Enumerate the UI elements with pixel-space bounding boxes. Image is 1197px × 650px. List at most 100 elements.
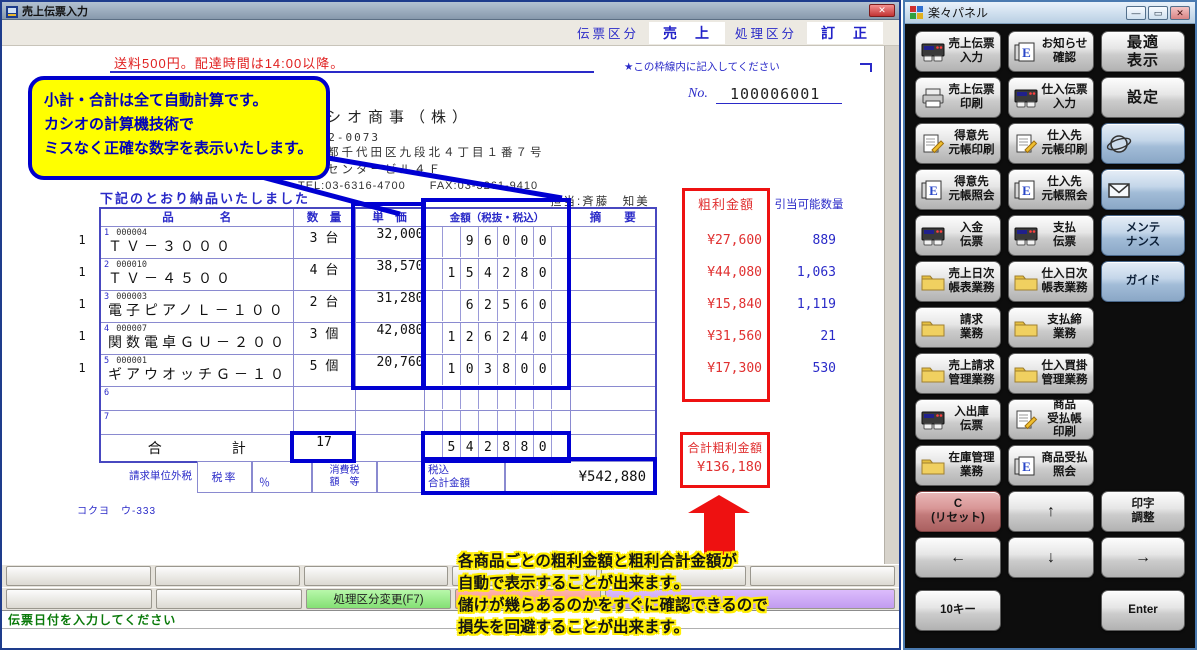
- cell-item-name[interactable]: 7: [100, 410, 293, 434]
- mail-button[interactable]: [1101, 169, 1185, 210]
- sales-slip-print-button[interactable]: 売上伝票 印刷: [915, 77, 1001, 118]
- cell-unit-price[interactable]: 38,570: [355, 258, 424, 290]
- c-reset-button[interactable]: C (リセット): [915, 491, 1001, 532]
- cell-item-name[interactable]: 4 000007関数電卓ＧＵ－２００: [100, 322, 293, 354]
- deposit-slip-button[interactable]: 入金 伝票: [915, 215, 1001, 256]
- maximize-icon[interactable]: ▭: [1148, 6, 1168, 20]
- item-ledger-print-button[interactable]: 商品 受払帳 印刷: [1008, 399, 1094, 440]
- fkey-button[interactable]: [155, 566, 300, 586]
- process-category-change-button[interactable]: 処理区分変更(F7): [306, 589, 452, 609]
- fkey-button[interactable]: [6, 589, 152, 609]
- guide-button[interactable]: ガイド: [1101, 261, 1185, 302]
- cell-quantity[interactable]: 3 台: [293, 226, 355, 258]
- supplier-ledger-print-button[interactable]: 仕入先 元帳印刷: [1008, 123, 1094, 164]
- cell-unit-price[interactable]: [355, 386, 424, 410]
- amount-digit-cell: 2: [497, 259, 515, 289]
- cell-amount[interactable]: 126240: [424, 322, 570, 354]
- slip-category-value[interactable]: 売 上: [649, 22, 725, 44]
- cell-remarks[interactable]: [570, 386, 656, 410]
- tax-unit-label: 請求単位外税: [97, 468, 192, 483]
- delivery-note: 下記のとおり納品いたしました: [100, 188, 310, 207]
- notice-check-button[interactable]: Eお知らせ 確認: [1008, 31, 1094, 72]
- optimal-display-button[interactable]: 最適 表示: [1101, 31, 1185, 72]
- fkey-button[interactable]: [304, 566, 449, 586]
- payment-slip-button[interactable]: 支払 伝票: [1008, 215, 1094, 256]
- cell-amount[interactable]: 62560: [424, 290, 570, 322]
- cell-amount[interactable]: 96000: [424, 226, 570, 258]
- cell-quantity[interactable]: 4 台: [293, 258, 355, 290]
- panel-cell: [1101, 353, 1185, 394]
- cell-quantity[interactable]: [293, 386, 355, 410]
- cell-amount[interactable]: 154280: [424, 258, 570, 290]
- cell-unit-price[interactable]: 20,760: [355, 354, 424, 386]
- close-icon[interactable]: ✕: [869, 4, 895, 17]
- cell-unit-price[interactable]: 42,080: [355, 322, 424, 354]
- settings-button[interactable]: 設定: [1101, 77, 1185, 118]
- payment-closing-button[interactable]: 支払締 業務: [1008, 307, 1094, 348]
- cell-remarks[interactable]: [570, 354, 656, 386]
- scrollbar[interactable]: [884, 46, 899, 564]
- cell-item-name[interactable]: 6: [100, 386, 293, 410]
- cell-unit-price[interactable]: [355, 410, 424, 434]
- cell-item-name[interactable]: 5 000001ギアウオッチＧ－１０: [100, 354, 293, 386]
- customer-ledger-inquiry-button[interactable]: E得意先 元帳照会: [915, 169, 1001, 210]
- cell-remarks[interactable]: [570, 322, 656, 354]
- cell-unit-price[interactable]: 32,000: [355, 226, 424, 258]
- cell-remarks[interactable]: [570, 410, 656, 434]
- enter-button[interactable]: Enter: [1101, 590, 1185, 631]
- inventory-mgmt-button[interactable]: 在庫管理 業務: [915, 445, 1001, 486]
- maintenance-button[interactable]: メンテ ナンス: [1101, 215, 1185, 256]
- customer-ledger-print-button[interactable]: 得意先 元帳印刷: [915, 123, 1001, 164]
- panel-cell: 仕入先 元帳印刷: [1008, 123, 1094, 164]
- tax-percent-cell: ％: [252, 461, 312, 493]
- item-ledger-inquiry-button[interactable]: E商品受払 照会: [1008, 445, 1094, 486]
- purchase-daily-report-button[interactable]: 仕入日次 帳表業務: [1008, 261, 1094, 302]
- invoice-no-value[interactable]: 100006001: [730, 85, 820, 103]
- sales-slip-input-button[interactable]: 売上伝票 入力: [915, 31, 1001, 72]
- process-category-label: 処理区分: [735, 23, 797, 42]
- register-icon: [1012, 225, 1039, 247]
- panel-row: 売上伝票 印刷仕入伝票 入力設定: [915, 77, 1185, 118]
- cell-quantity[interactable]: 3 個: [293, 322, 355, 354]
- cell-amount[interactable]: 103800: [424, 354, 570, 386]
- web-button[interactable]: [1101, 123, 1185, 164]
- cell-remarks[interactable]: [570, 290, 656, 322]
- sales-billing-mgmt-button[interactable]: 売上請求 管理業務: [915, 353, 1001, 394]
- process-category-value[interactable]: 訂 正: [807, 22, 883, 44]
- fkey-button[interactable]: [750, 566, 895, 586]
- right-button[interactable]: →: [1101, 537, 1185, 578]
- panel-cell: E商品受払 照会: [1008, 445, 1094, 486]
- cell-amount[interactable]: [424, 386, 570, 410]
- cell-quantity[interactable]: 2 台: [293, 290, 355, 322]
- cell-quantity[interactable]: 5 個: [293, 354, 355, 386]
- fkey-button[interactable]: [6, 566, 151, 586]
- left-button[interactable]: ←: [915, 537, 1001, 578]
- print-adjust-button[interactable]: 印字 調整: [1101, 491, 1185, 532]
- total-gross-profit-box: 合計粗利金額 ¥136,180: [680, 432, 770, 488]
- cell-remarks[interactable]: [570, 226, 656, 258]
- cell-amount[interactable]: [424, 410, 570, 434]
- cell-item-name[interactable]: 2 000010ＴＶ－４５００: [100, 258, 293, 290]
- cell-item-name[interactable]: 3 000003電子ピアノＬ－１００: [100, 290, 293, 322]
- amount-digit-cell: 3: [478, 355, 496, 385]
- cell-remarks[interactable]: [570, 258, 656, 290]
- invoice-no-label: No.: [688, 86, 708, 102]
- fkey-button[interactable]: [156, 589, 302, 609]
- sales-daily-report-button[interactable]: 売上日次 帳表業務: [915, 261, 1001, 302]
- supplier-ledger-inquiry-button[interactable]: E仕入先 元帳照会: [1008, 169, 1094, 210]
- purchase-slip-input-button[interactable]: 仕入伝票 入力: [1008, 77, 1094, 118]
- inout-slip-button[interactable]: 入出庫 伝票: [915, 399, 1001, 440]
- up-button[interactable]: ↑: [1008, 491, 1094, 532]
- ten-key-button[interactable]: 10キー: [915, 590, 1001, 631]
- amount-digit-cell: [551, 387, 569, 409]
- cell-unit-price[interactable]: 31,280: [355, 290, 424, 322]
- cell-item-name[interactable]: 1 000004ＴＶ－３０００: [100, 226, 293, 258]
- close-icon[interactable]: ✕: [1170, 6, 1190, 20]
- panel-cell: 入金 伝票: [915, 215, 1001, 256]
- billing-button[interactable]: 請求 業務: [915, 307, 1001, 348]
- amount-digit-cell: [425, 323, 442, 353]
- down-button[interactable]: ↓: [1008, 537, 1094, 578]
- minimize-icon[interactable]: —: [1126, 6, 1146, 20]
- cell-quantity[interactable]: [293, 410, 355, 434]
- purchase-payable-mgmt-button[interactable]: 仕入買掛 管理業務: [1008, 353, 1094, 394]
